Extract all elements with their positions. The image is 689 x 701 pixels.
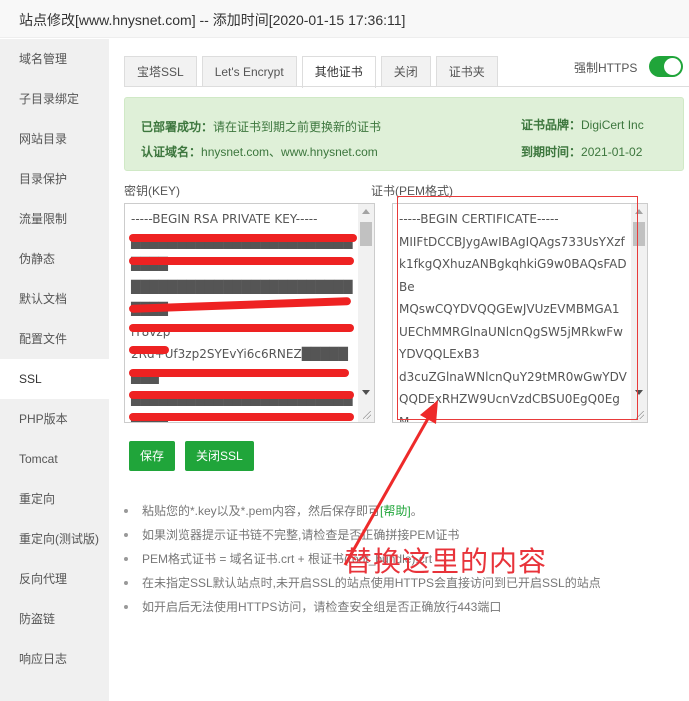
- ssl-tabs: 宝塔SSL Let's Encrypt 其他证书 关闭 证书夹: [124, 56, 503, 88]
- redaction-mark: [129, 346, 169, 354]
- scroll-thumb[interactable]: [360, 222, 372, 246]
- force-https-toggle[interactable]: [649, 56, 683, 77]
- sidebar-item-redirect[interactable]: 重定向: [0, 479, 109, 519]
- sidebar-item-default-document[interactable]: 默认文档: [0, 279, 109, 319]
- tab-lets-encrypt[interactable]: Let's Encrypt: [201, 56, 297, 87]
- save-button[interactable]: 保存: [129, 441, 176, 471]
- sidebar: 域名管理 子目录绑定 网站目录 目录保护 流量限制 伪静态 默认文档 配置文件 …: [0, 39, 109, 701]
- scroll-up-icon[interactable]: [362, 209, 370, 214]
- deployment-status-text: 请在证书到期之前更换新的证书: [213, 120, 382, 134]
- redaction-mark: [129, 234, 357, 242]
- sidebar-item-site-directory[interactable]: 网站目录: [0, 119, 109, 159]
- scroll-down-icon[interactable]: [635, 390, 643, 395]
- sidebar-item-php-version[interactable]: PHP版本: [0, 399, 109, 439]
- expiry-date-label: 到期时间：: [521, 145, 582, 159]
- sidebar-item-response-log[interactable]: 响应日志: [0, 639, 109, 679]
- certificate-brand-value: DigiCert Inc: [581, 118, 644, 132]
- sidebar-item-rewrite[interactable]: 伪静态: [0, 239, 109, 279]
- tip-item: 如开启后无法使用HTTPS访问，请检查安全组是否正确放行443端口: [124, 595, 601, 619]
- redaction-mark: [129, 391, 354, 399]
- deployment-status: 已部署成功：请在证书到期之前更换新的证书: [141, 118, 381, 135]
- sidebar-item-ssl[interactable]: SSL: [0, 359, 109, 399]
- tip-item: 在未指定SSL默认站点时,未开启SSL的站点使用HTTPS会直接访问到已开启SS…: [124, 571, 601, 595]
- certified-domains: 认证域名：hnysnet.com、www.hnysnet.com: [141, 143, 378, 160]
- redaction-mark: [129, 369, 349, 377]
- sidebar-item-hotlink-protection[interactable]: 防盗链: [0, 599, 109, 639]
- close-ssl-button[interactable]: 关闭SSL: [185, 441, 254, 471]
- sidebar-item-directory-protection[interactable]: 目录保护: [0, 159, 109, 199]
- tab-other-certificate[interactable]: 其他证书: [301, 56, 376, 88]
- certificate-brand: 证书品牌：DigiCert Inc: [521, 116, 644, 133]
- resize-grip-icon[interactable]: [358, 406, 374, 422]
- certificate-pem-textarea[interactable]: -----BEGIN CERTIFICATE----- MIIFtDCCBJyg…: [392, 203, 648, 423]
- tip-suffix: 。: [410, 504, 423, 518]
- tip-item: PEM格式证书 = 域名证书.crt + 根证书(root_bundle).cr…: [124, 547, 601, 571]
- redaction-mark: [129, 413, 354, 421]
- expiry-date-value: 2021-01-02: [581, 145, 643, 159]
- certificate-brand-label: 证书品牌：: [521, 118, 582, 132]
- redaction-mark: [129, 324, 354, 332]
- certificate-pem-text: -----BEGIN CERTIFICATE----- MIIFtDCCBJyg…: [399, 212, 627, 423]
- redaction-mark: [129, 257, 354, 265]
- sidebar-item-subdirectory-binding[interactable]: 子目录绑定: [0, 79, 109, 119]
- cert-field-label: 证书(PEM格式): [371, 184, 453, 198]
- scroll-thumb[interactable]: [633, 222, 645, 246]
- tips-list: 粘贴您的*.key以及*.pem内容，然后保存即可[帮助]。 如果浏览器提示证书…: [124, 499, 601, 619]
- certified-domains-value: hnysnet.com、www.hnysnet.com: [201, 145, 378, 159]
- tip-item: 如果浏览器提示证书链不完整,请检查是否正确拼接PEM证书: [124, 523, 601, 547]
- tip-text: 粘贴您的*.key以及*.pem内容，然后保存即可: [142, 504, 381, 518]
- key-scrollbar[interactable]: [358, 204, 374, 422]
- sidebar-item-redirect-beta[interactable]: 重定向(测试版): [0, 519, 109, 559]
- resize-grip-icon[interactable]: [631, 406, 647, 422]
- tab-bt-ssl[interactable]: 宝塔SSL: [124, 56, 197, 87]
- sidebar-item-config-file[interactable]: 配置文件: [0, 319, 109, 359]
- sidebar-item-tomcat[interactable]: Tomcat: [0, 439, 109, 479]
- ssl-panel: 宝塔SSL Let's Encrypt 其他证书 关闭 证书夹 强制HTTPS …: [109, 39, 689, 701]
- dialog-title: 站点修改[www.hnysnet.com] -- 添加时间[2020-01-15…: [19, 12, 406, 28]
- scroll-up-icon[interactable]: [635, 209, 643, 214]
- force-https-label: 强制HTTPS: [574, 61, 638, 75]
- help-link[interactable]: [帮助]: [380, 504, 411, 518]
- certified-domains-label: 认证域名：: [141, 145, 202, 159]
- tab-certificate-folder[interactable]: 证书夹: [435, 56, 498, 87]
- tab-close[interactable]: 关闭: [380, 56, 431, 87]
- certificate-status-alert: 已部署成功：请在证书到期之前更换新的证书 认证域名：hnysnet.com、ww…: [124, 97, 684, 171]
- tab-divider: [124, 86, 689, 87]
- scroll-down-icon[interactable]: [362, 390, 370, 395]
- dialog-titlebar: 站点修改[www.hnysnet.com] -- 添加时间[2020-01-15…: [0, 0, 689, 38]
- sidebar-item-reverse-proxy[interactable]: 反向代理: [0, 559, 109, 599]
- expiry-date: 到期时间：2021-01-02: [521, 143, 642, 160]
- key-field-label: 密钥(KEY): [124, 184, 181, 198]
- deployment-status-label: 已部署成功：: [141, 120, 214, 134]
- toggle-knob: [664, 58, 681, 75]
- private-key-textarea[interactable]: -----BEGIN RSA PRIVATE KEY----- ████████…: [124, 203, 375, 423]
- sidebar-item-domain-management[interactable]: 域名管理: [0, 39, 109, 79]
- sidebar-item-traffic-limit[interactable]: 流量限制: [0, 199, 109, 239]
- tip-item: 粘贴您的*.key以及*.pem内容，然后保存即可[帮助]。: [124, 499, 601, 523]
- cert-scrollbar[interactable]: [631, 204, 647, 422]
